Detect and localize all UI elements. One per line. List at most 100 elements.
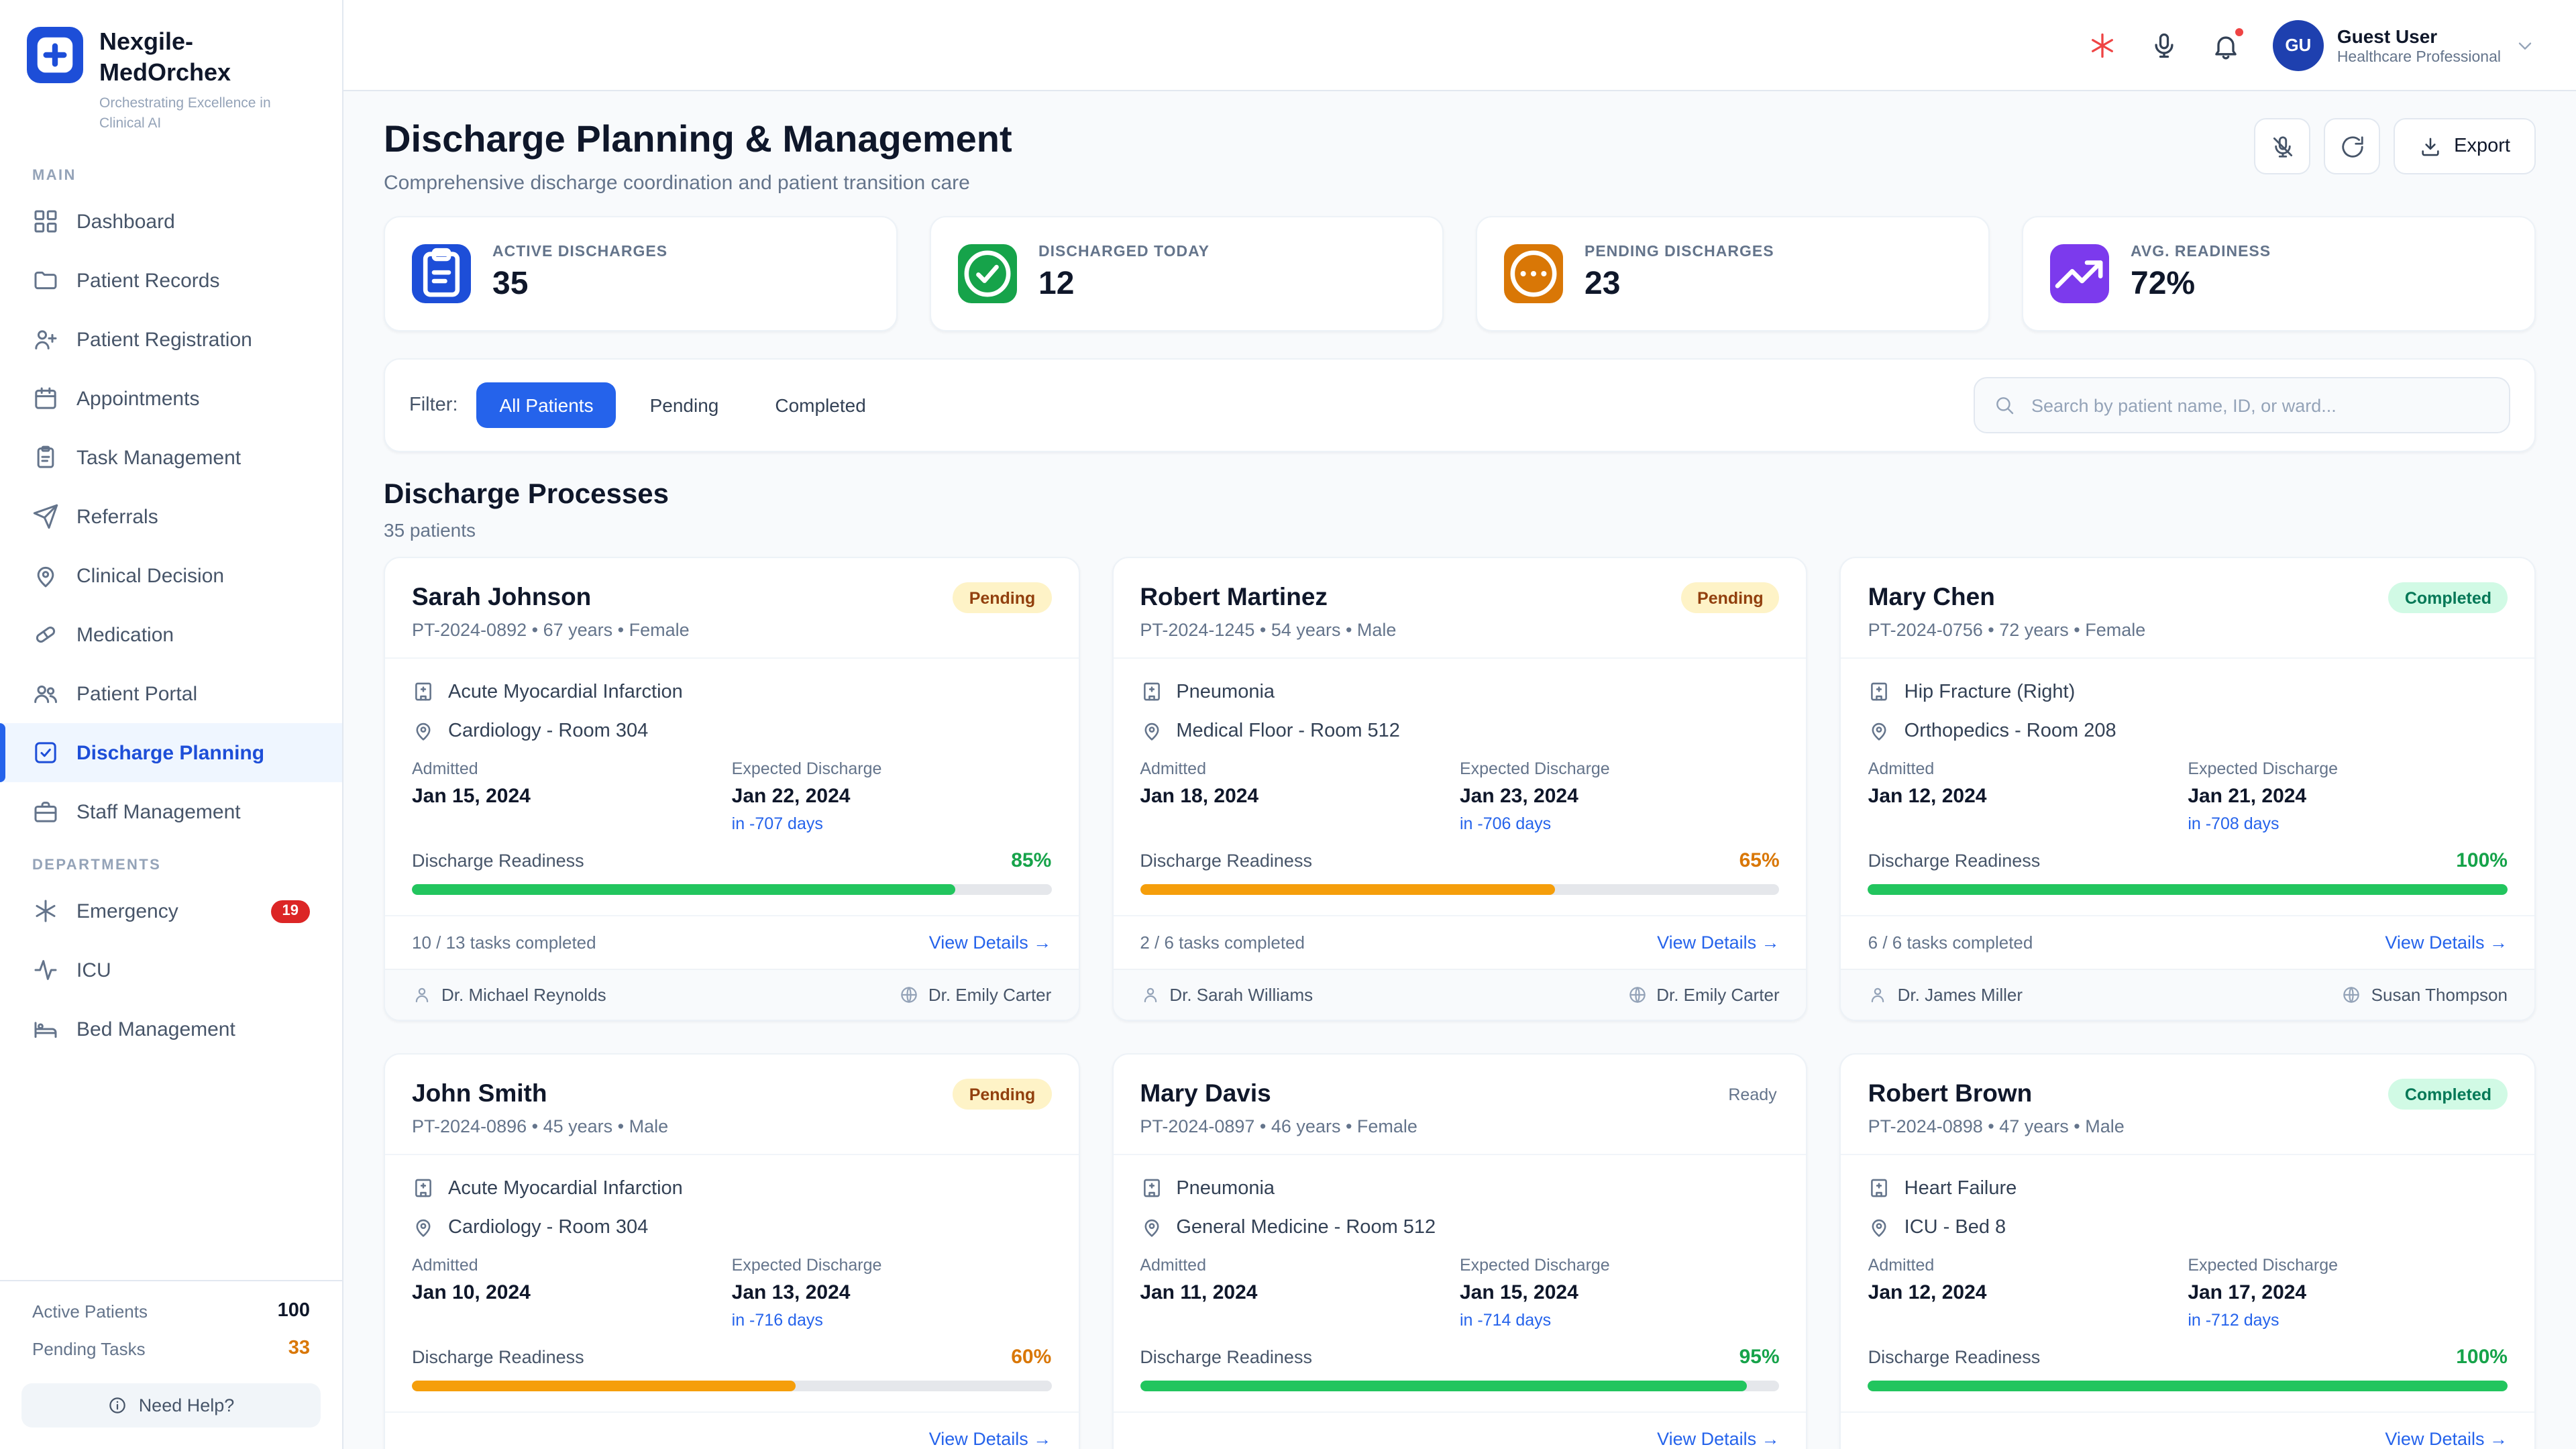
sidebar-item-clinical-decision[interactable]: Clinical Decision: [0, 547, 342, 606]
pending-tasks-label: Pending Tasks: [32, 1338, 146, 1358]
patient-card: John Smith PT-2024-0896 • 45 years • Mal…: [384, 1053, 1080, 1449]
view-details-link[interactable]: View Details →: [1657, 932, 1780, 953]
pending-tasks-row: Pending Tasks 33: [32, 1338, 310, 1359]
stat-card: ACTIVE DISCHARGES 35: [384, 216, 898, 331]
chevron-down-icon: [2514, 34, 2536, 56]
view-details-link[interactable]: View Details →: [2385, 932, 2508, 953]
sidebar-item-label: Patient Registration: [76, 328, 252, 352]
filter-pending[interactable]: Pending: [627, 382, 742, 428]
patient-meta: PT-2024-0756 • 72 years • Female: [1868, 620, 2146, 640]
voice-toggle-button[interactable]: [2254, 118, 2311, 174]
condition-row: Pneumonia: [1140, 1177, 1779, 1199]
user-menu[interactable]: GU Guest User Healthcare Professional: [2272, 19, 2536, 70]
ward-location-text: Medical Floor - Room 512: [1176, 720, 1400, 741]
view-details-link[interactable]: View Details →: [929, 932, 1052, 953]
condition-text: Acute Myocardial Infarction: [448, 681, 683, 702]
view-details-link[interactable]: View Details →: [2385, 1429, 2508, 1449]
view-details-link[interactable]: View Details →: [929, 1429, 1052, 1449]
medical-asterisk-icon[interactable]: [2088, 30, 2117, 60]
filter-all-patients[interactable]: All Patients: [476, 382, 616, 428]
doctor-icon: [1140, 985, 1160, 1005]
view-details-link[interactable]: View Details →: [1657, 1429, 1780, 1449]
readiness-percent: 100%: [2456, 849, 2508, 872]
map-pin-icon: [1868, 1216, 1891, 1238]
sidebar-item-referrals[interactable]: Referrals: [0, 488, 342, 547]
avatar: GU: [2272, 19, 2324, 70]
sidebar-item-discharge-planning[interactable]: Discharge Planning: [0, 723, 342, 783]
tasks-row: View Details →: [1841, 1411, 2534, 1449]
patient-meta: PT-2024-0896 • 45 years • Male: [412, 1116, 669, 1136]
activity-icon: [32, 957, 59, 984]
patient-name: Sarah Johnson: [412, 582, 592, 610]
app-tagline: Orchestrating Excellence in Clinical AI: [99, 95, 271, 131]
sidebar-item-label: Emergency: [76, 900, 178, 923]
bed-icon: [32, 1016, 59, 1043]
need-help-button[interactable]: Need Help?: [21, 1383, 321, 1428]
readiness-label: Discharge Readiness: [412, 1347, 584, 1367]
sidebar-item-patient-registration[interactable]: Patient Registration: [0, 311, 342, 370]
briefcase-icon: [32, 799, 59, 826]
app-logo-icon: [27, 27, 83, 83]
admitted-label: Admitted: [412, 1256, 478, 1275]
admitted-label: Admitted: [412, 759, 478, 778]
info-icon: [108, 1395, 128, 1415]
hospital-building-icon: [1868, 1177, 1891, 1199]
clipboard-icon: [412, 244, 471, 303]
patient-card-header: John Smith PT-2024-0896 • 45 years • Mal…: [385, 1055, 1079, 1155]
readiness-progress-fill: [1868, 884, 2508, 895]
readiness-row: Discharge Readiness 65%: [1140, 849, 1779, 872]
sidebar-item-emergency[interactable]: Emergency 19: [0, 882, 342, 941]
ward-location-text: Orthopedics - Room 208: [1904, 720, 2116, 741]
sidebar-item-medication[interactable]: Medication: [0, 606, 342, 665]
main-content: Discharge Planning & Management Comprehe…: [343, 91, 2576, 1449]
tasks-completed-text: 6 / 6 tasks completed: [1868, 932, 2033, 953]
location-row: Cardiology - Room 304: [412, 1216, 1051, 1238]
attending-doctor-name: Dr. James Miller: [1897, 985, 2023, 1005]
readiness-progress-bar: [412, 1381, 1052, 1391]
sidebar-item-label: Patient Portal: [76, 682, 198, 706]
hospital-building-icon: [412, 1177, 435, 1199]
ward-location-text: General Medicine - Room 512: [1176, 1216, 1436, 1238]
readiness-progress-bar: [1140, 1381, 1780, 1391]
pin-icon: [32, 563, 59, 590]
patient-name: Robert Martinez: [1140, 582, 1328, 610]
ward-location-text: Cardiology - Room 304: [448, 720, 649, 741]
pill-icon: [32, 622, 59, 649]
sidebar-item-dashboard[interactable]: Dashboard: [0, 193, 342, 252]
sidebar-item-bed-management[interactable]: Bed Management: [0, 1000, 342, 1059]
status-badge: Ready: [1728, 1085, 1777, 1104]
microphone-icon[interactable]: [2149, 30, 2179, 60]
assignees-row: Dr. James Miller Susan Thompson: [1841, 969, 2534, 1020]
doctor-icon: [412, 985, 432, 1005]
refresh-button[interactable]: [2324, 118, 2381, 174]
main-column: GU Guest User Healthcare Professional Di…: [343, 0, 2576, 1449]
attending-doctor-name: Dr. Michael Reynolds: [441, 985, 606, 1005]
folder-icon: [32, 268, 59, 294]
patient-count: 35 patients: [384, 519, 476, 541]
discharge-countdown: in -712 days: [2188, 1311, 2279, 1330]
sidebar-item-label: Referrals: [76, 505, 158, 529]
check-circle-icon: [958, 244, 1017, 303]
readiness-label: Discharge Readiness: [412, 851, 584, 871]
assignees-row: Dr. Sarah Williams Dr. Emily Carter: [1113, 969, 1807, 1020]
tasks-row: View Details →: [1113, 1411, 1807, 1449]
search-input[interactable]: [2029, 394, 2490, 417]
search-icon: [1994, 394, 2015, 416]
ellipsis-circle-icon: [1504, 244, 1563, 303]
export-label: Export: [2454, 136, 2510, 157]
sidebar-item-task-management[interactable]: Task Management: [0, 429, 342, 488]
admitted-date: Jan 12, 2024: [1868, 1281, 1987, 1304]
readiness-percent: 100%: [2456, 1346, 2508, 1368]
tasks-row: 2 / 6 tasks completed View Details →: [1113, 915, 1807, 969]
export-button[interactable]: Export: [2394, 118, 2536, 174]
patient-card-header: Robert Martinez PT-2024-1245 • 54 years …: [1113, 558, 1807, 659]
filter-completed[interactable]: Completed: [752, 382, 889, 428]
care-coordinator: Dr. Emily Carter: [1627, 985, 1780, 1005]
notifications-button[interactable]: [2211, 25, 2246, 60]
sidebar-item-appointments[interactable]: Appointments: [0, 370, 342, 429]
readiness-percent: 65%: [1739, 849, 1780, 872]
sidebar-item-icu[interactable]: ICU: [0, 941, 342, 1000]
sidebar-item-patient-portal[interactable]: Patient Portal: [0, 665, 342, 724]
sidebar-item-staff-management[interactable]: Staff Management: [0, 783, 342, 842]
sidebar-item-patient-records[interactable]: Patient Records: [0, 252, 342, 311]
